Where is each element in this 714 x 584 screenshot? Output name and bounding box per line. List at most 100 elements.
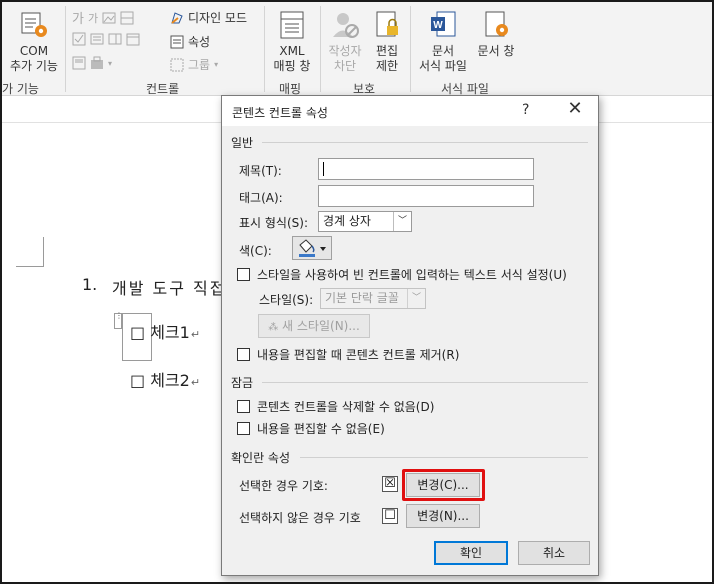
controls-row-1: 가 가 [72,8,134,27]
building-block-control-icon[interactable] [120,11,134,25]
use-style-checkbox[interactable] [237,268,250,281]
style-select[interactable]: 기본 단락 글꼴 ﹀ [320,288,426,309]
design-mode-button[interactable]: 디자인 모드 [170,9,247,26]
ribbon-separator [264,6,265,92]
no-delete-checkbox[interactable] [237,400,250,413]
xml-mapping-icon [277,10,307,40]
no-edit-checkbox[interactable] [237,422,250,435]
list-item-text: 개발 도구 직접 [112,279,227,298]
title-input[interactable] [318,158,534,180]
repeating-section-control-icon[interactable] [72,56,86,70]
use-style-label: 스타일을 사용하여 빈 컨트롤에 입력하는 텍스트 서식 설정(U) [257,268,567,282]
ok-button[interactable]: 확인 [434,541,508,565]
chevron-down-icon: ﹀ [407,289,425,308]
document-panel-icon [481,10,511,40]
addin-group-label: 가 기능 [2,82,39,96]
document-template-label-1: 문서 [431,44,455,58]
controls-group-label: 컨트롤 [146,82,180,96]
date-picker-control-icon[interactable] [126,32,140,46]
checkbox-item-2-label: □ 체크2 [130,371,190,390]
cancel-button[interactable]: 취소 [518,541,590,565]
paragraph-mark: ↵ [190,328,201,341]
ribbon-separator [65,6,66,92]
remove-on-edit-label: 내용을 편집할 때 콘텐츠 컨트롤 제거(R) [257,348,460,362]
group-button[interactable]: 그룹 ▾ [170,56,218,73]
use-style-checkbox-row[interactable]: 스타일을 사용하여 빈 컨트롤에 입력하는 텍스트 서식 설정(U) [237,266,567,283]
checkbox-item-2[interactable]: □ 체크2↵ [130,367,200,391]
unchecked-symbol-label: 선택하지 않은 경우 기호 [239,511,361,525]
block-authors-label-2: 차단 [333,59,357,73]
block-authors-icon [330,10,360,40]
com-addin-icon [19,10,49,40]
content-control-properties-dialog: 콘텐츠 컨트롤 속성 ? ✕ 일반 제목(T): 태그(A): 표시 형식(S)… [221,95,599,576]
restrict-editing-icon [372,10,402,40]
combo-box-control-icon[interactable] [90,32,104,46]
highlight-box [402,469,485,501]
ribbon-separator [320,6,321,92]
chevron-down-icon: ▾ [214,60,219,69]
color-picker-button[interactable] [292,236,332,260]
locking-section-heading: 잠금 [231,376,254,390]
checkbox-item-1[interactable]: □ 체크1↵ [130,319,200,343]
restrict-editing-label-1: 편집 [375,44,399,58]
checked-symbol-preview: ☒ [382,476,398,492]
restrict-editing-label-2: 제한 [375,59,399,73]
design-mode-label: 디자인 모드 [188,11,248,25]
window-frame: COM 추가 기능 가 기능 가 가 ▾ 디자인 모드 속성 그룹 ▾ 컨트롤 … [0,0,714,584]
style-value: 기본 단락 글꼴 [325,291,399,305]
no-delete-label: 콘텐츠 컨트롤을 삭제할 수 없음(D) [257,400,435,414]
no-delete-checkbox-row[interactable]: 콘텐츠 컨트롤을 삭제할 수 없음(D) [237,398,434,415]
document-panel-button[interactable]: 문서 창 [474,10,518,59]
com-addin-label-1: COM [19,44,49,58]
com-addin-button[interactable]: COM 추가 기능 [6,10,62,74]
text-caret [323,162,324,176]
close-icon[interactable]: ✕ [565,98,585,122]
block-authors-button[interactable]: 작성자 차단 [324,10,366,74]
checked-symbol-label: 선택한 경우 기호: [239,479,328,493]
title-label: 제목(T): [239,164,282,178]
paragraph-mark: ↵ [190,376,201,389]
design-mode-icon [170,11,184,25]
rich-text-control-icon[interactable]: 가 [72,8,84,27]
new-style-label: 새 스타일(N)... [282,319,360,333]
margin-corner-mark [16,237,44,267]
xml-mapping-label-2: 매핑 창 [273,59,311,73]
ribbon-separator [410,6,411,92]
no-edit-checkbox-row[interactable]: 내용을 편집할 수 없음(E) [237,420,385,437]
restrict-editing-button[interactable]: 편집 제한 [368,10,406,74]
checkbox-control-icon[interactable] [72,32,86,46]
style-label: 스타일(S): [259,293,314,307]
new-style-icon: ⁂ [268,322,279,333]
picture-control-icon[interactable] [102,11,116,25]
xml-mapping-button[interactable]: XML 매핑 창 [268,10,316,74]
svg-text:W: W [433,20,443,31]
chevron-down-icon: ▾ [108,58,113,68]
change-unchecked-symbol-button[interactable]: 변경(N)... [406,504,480,528]
dropdown-list-control-icon[interactable] [108,32,122,46]
document-template-button[interactable]: W 문서 서식 파일 [412,10,474,74]
unchecked-symbol-preview: ☐ [382,508,398,524]
section-divider [262,382,588,383]
new-style-button[interactable]: ⁂ 새 스타일(N)... [258,314,370,338]
ribbon: COM 추가 기능 가 기능 가 가 ▾ 디자인 모드 속성 그룹 ▾ 컨트롤 … [2,2,712,96]
help-button[interactable]: ? [522,102,529,118]
content-control-handle[interactable]: ⋮ [114,312,123,329]
tag-input[interactable] [318,185,534,207]
remove-on-edit-checkbox-row[interactable]: 내용을 편집할 때 콘텐츠 컨트롤 제거(R) [237,346,459,363]
no-edit-label: 내용을 편집할 수 없음(E) [257,422,385,436]
legacy-tools-icon[interactable] [90,56,104,70]
section-divider [300,457,588,458]
display-as-label: 표시 형식(S): [239,216,308,230]
xml-mapping-label-1: XML [279,44,305,58]
com-addin-label-2: 추가 기능 [10,59,58,73]
properties-label: 속성 [188,35,211,49]
document-template-label-2: 서식 파일 [419,59,467,73]
dialog-title-bar[interactable]: 콘텐츠 컨트롤 속성 ? ✕ [222,96,598,126]
display-as-select[interactable]: 경계 상자 ﹀ [318,211,412,232]
remove-on-edit-checkbox[interactable] [237,348,250,361]
properties-button[interactable]: 속성 [170,33,210,50]
controls-row-2 [72,32,140,46]
block-authors-label-1: 작성자 [328,44,362,58]
plain-text-control-icon[interactable]: 가 [88,10,98,26]
chevron-down-icon: ﹀ [393,212,411,231]
